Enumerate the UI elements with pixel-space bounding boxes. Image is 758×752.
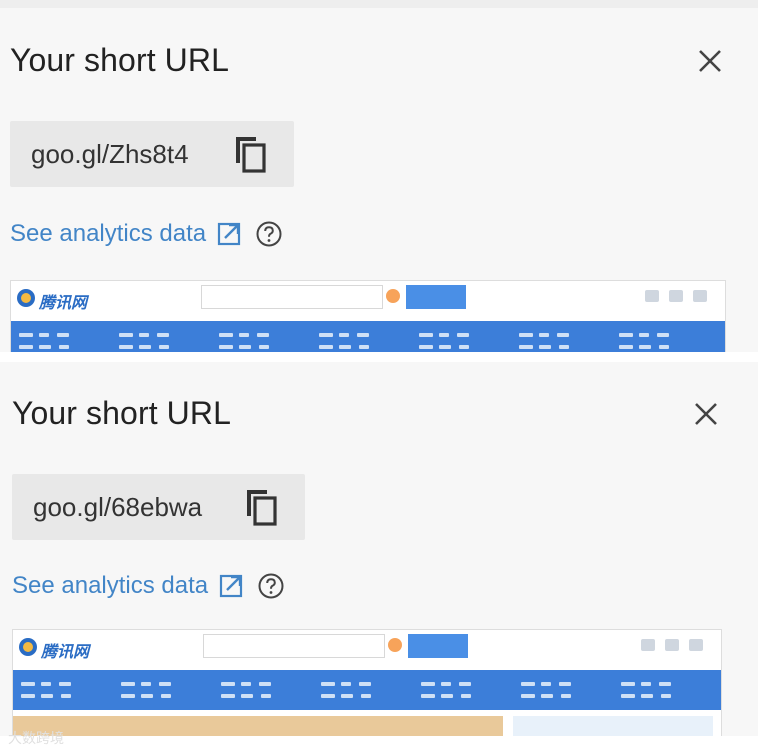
preview-nav-column bbox=[319, 327, 409, 352]
preview-nav-column bbox=[21, 676, 111, 704]
site-logo-icon bbox=[19, 638, 37, 656]
short-url-dialog-1: Your short URL goo.gl/Zhs8t4 See analyti… bbox=[0, 8, 758, 352]
close-icon bbox=[695, 403, 717, 425]
analytics-link[interactable]: See analytics data bbox=[10, 220, 206, 248]
preview-nav-column bbox=[621, 676, 711, 704]
preview-search-bar bbox=[203, 634, 385, 658]
open-in-new-icon[interactable] bbox=[218, 573, 244, 599]
dialog-title: Your short URL bbox=[12, 395, 231, 431]
close-button[interactable] bbox=[690, 41, 730, 81]
copy-button[interactable] bbox=[230, 133, 272, 175]
preview-nav-column bbox=[519, 327, 609, 352]
preview-nav-bar bbox=[13, 670, 721, 710]
preview-toolbar bbox=[631, 638, 711, 652]
preview-dot-icon bbox=[388, 638, 402, 652]
copy-button[interactable] bbox=[241, 486, 283, 528]
short-url-box: goo.gl/Zhs8t4 bbox=[10, 121, 294, 187]
preview-search-button bbox=[406, 285, 466, 309]
preview-logo-text: 腾讯网 bbox=[39, 295, 88, 312]
open-in-new-icon[interactable] bbox=[216, 221, 242, 247]
preview-search-bar bbox=[201, 285, 383, 309]
watermark-text: 大数跨境 bbox=[8, 730, 64, 746]
preview-banner bbox=[13, 716, 503, 736]
top-divider bbox=[0, 0, 758, 8]
close-button[interactable] bbox=[686, 394, 726, 434]
short-url-box: goo.gl/68ebwa bbox=[12, 474, 305, 540]
preview-nav-bar bbox=[11, 321, 725, 352]
preview-nav-column bbox=[121, 676, 211, 704]
preview-nav-column bbox=[521, 676, 611, 704]
preview-dot-icon bbox=[386, 289, 400, 303]
preview-nav-column bbox=[221, 676, 311, 704]
copy-icon bbox=[247, 490, 277, 526]
page-preview-thumbnail: 腾讯网 bbox=[12, 629, 722, 736]
preview-nav-column bbox=[19, 327, 109, 352]
preview-nav-column bbox=[219, 327, 309, 352]
preview-side-banner bbox=[513, 716, 713, 736]
help-icon[interactable] bbox=[257, 572, 285, 600]
dialog-title: Your short URL bbox=[10, 42, 229, 78]
copy-icon bbox=[236, 137, 266, 173]
preview-nav-column bbox=[619, 327, 709, 352]
preview-search-button bbox=[408, 634, 468, 658]
help-icon[interactable] bbox=[255, 220, 283, 248]
short-url-dialog-2: Your short URL goo.gl/68ebwa See analyti… bbox=[0, 362, 758, 736]
preview-nav-column bbox=[321, 676, 411, 704]
analytics-link[interactable]: See analytics data bbox=[12, 572, 208, 600]
preview-logo-text: 腾讯网 bbox=[41, 644, 90, 661]
preview-nav-column bbox=[421, 676, 511, 704]
preview-toolbar bbox=[635, 289, 715, 303]
short-url-text[interactable]: goo.gl/68ebwa bbox=[33, 492, 202, 523]
preview-nav-column bbox=[419, 327, 509, 352]
close-icon bbox=[699, 50, 721, 72]
page-preview-thumbnail: 腾讯网 bbox=[10, 280, 726, 352]
site-logo-icon bbox=[17, 289, 35, 307]
preview-nav-column bbox=[119, 327, 209, 352]
short-url-text[interactable]: goo.gl/Zhs8t4 bbox=[31, 139, 189, 170]
